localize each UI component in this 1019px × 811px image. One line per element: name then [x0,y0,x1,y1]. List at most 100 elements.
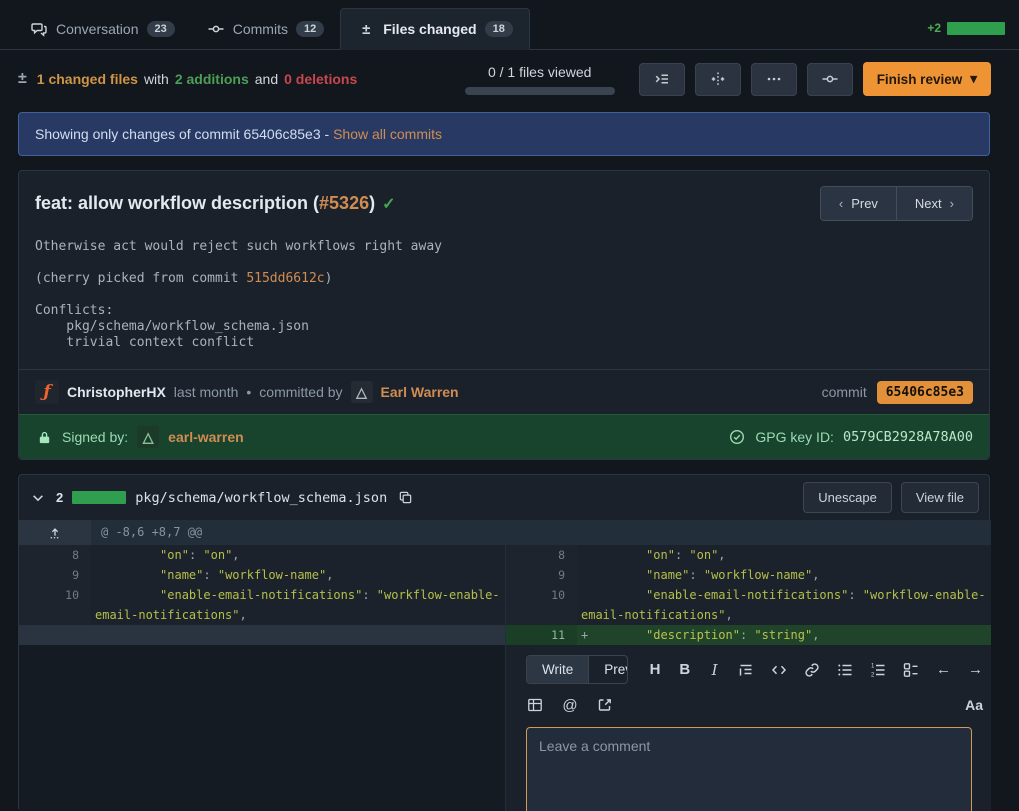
redo-button[interactable]: → [968,661,983,679]
unescape-button[interactable]: Unescape [803,482,892,513]
line-number-old-placeholder [19,625,91,645]
file-tree-toggle-button[interactable] [639,63,685,96]
diff-code-new: "on": "on", [577,545,991,565]
next-commit-button[interactable]: Next› [896,187,972,220]
line-number-new[interactable]: 10 [505,585,577,625]
diff-empty-area [19,645,505,811]
editor-toolbar-row-2: @ Aa [526,696,983,714]
line-number-new[interactable]: 8 [505,545,577,565]
signer-link[interactable]: earl-warren [168,429,243,445]
show-all-commits-link[interactable]: Show all commits [333,126,442,142]
tab-files-changed-label: Files changed [383,21,476,37]
files-viewed-label: 0 / 1 files viewed [465,64,615,80]
deletions-count: 0 deletions [284,71,357,87]
diff-view-split-button[interactable] [695,63,741,96]
link-icon [804,662,820,678]
comment-input[interactable] [526,727,972,811]
heading-button[interactable]: H [649,661,662,679]
svg-text:2: 2 [871,672,875,677]
caret-down-icon: ▾ [970,71,977,87]
commit-box: feat: allow workflow description (#5326)… [18,170,990,460]
editor-mode-tabs: Write Preview [526,655,628,684]
commit-select-button[interactable] [807,63,853,96]
pr-number-link[interactable]: #5326 [319,193,369,213]
table-icon [527,697,543,713]
tab-commits[interactable]: Commits 12 [191,9,340,49]
signer-avatar[interactable]: △ [137,426,159,448]
dot-separator: • [246,384,251,400]
diff-row: 10 "enable-email-notifications": "workfl… [19,585,989,625]
committed-by-label: committed by [259,384,342,400]
cherry-pick-commit-link[interactable]: 515dd6612c [246,271,324,286]
line-number-old[interactable]: 9 [19,565,91,585]
editor-toolbar-row-1: Write Preview H B I [526,655,983,684]
diff-code-old: "enable-email-notifications": "workflow-… [91,585,505,625]
numbered-list-icon: 12 [870,662,886,678]
diff-file-header: 2 pkg/schema/workflow_schema.json Unesca… [19,475,989,520]
verified-icon [728,428,746,446]
tab-write[interactable]: Write [527,656,588,683]
expand-up-button[interactable] [19,520,91,545]
tab-preview[interactable]: Preview [588,656,627,683]
reference-button[interactable] [596,696,614,714]
diff-options-button[interactable] [751,63,797,96]
italic-button[interactable]: I [708,661,721,679]
finish-review-button[interactable]: Finish review ▾ [863,62,991,96]
undo-button[interactable]: ← [936,661,951,679]
code-button[interactable] [771,661,787,679]
diffstat: +2 [927,21,1005,49]
diff-code-old: "name": "workflow-name", [91,565,505,585]
copy-path-icon[interactable] [396,489,414,507]
line-number-old[interactable]: 10 [19,585,91,625]
author-avatar[interactable]: ƒ [35,380,59,404]
gpg-key-id: 0579CB2928A78A00 [843,429,973,445]
banner-text: Showing only changes of commit 65406c85e… [35,126,333,142]
diff-summary-icon: ± [18,70,27,88]
files-viewed-progressbar [465,87,615,95]
inline-comment-form: Write Preview H B I [505,645,991,811]
lock-icon [35,428,53,446]
line-number-old[interactable]: 8 [19,545,91,565]
file-name: pkg/schema/workflow_schema.json [135,490,387,506]
table-button[interactable] [526,696,544,714]
line-number-new[interactable]: 11 [505,625,577,645]
link-button[interactable] [804,661,820,679]
code-icon [771,662,787,678]
task-list-button[interactable] [903,661,919,679]
hunk-header-row: @ -8,6 +8,7 @@ [19,520,989,545]
text-style-button[interactable]: Aa [965,697,983,713]
bold-button[interactable]: B [678,661,691,679]
collapse-file-chevron-icon[interactable] [29,489,47,507]
prev-commit-button[interactable]: ‹Prev [821,187,896,220]
tab-files-changed[interactable]: ± Files changed 18 [340,8,530,50]
mention-button[interactable]: @ [561,696,579,714]
committer-link[interactable]: Earl Warren [381,384,459,400]
commit-pager: ‹Prev Next› [820,186,973,221]
next-label: Next [915,196,942,211]
commit-title-close: ) [369,193,375,213]
line-number-new[interactable]: 9 [505,565,577,585]
files-viewed: 0 / 1 files viewed [465,64,615,95]
quote-button[interactable] [738,661,754,679]
diff-code-old: "on": "on", [91,545,505,565]
view-file-button[interactable]: View file [901,482,979,513]
author-link[interactable]: ChristopherHX [67,384,166,400]
diffstat-additions: +2 [927,21,941,35]
file-tree-icon [654,71,670,87]
prev-label: Prev [851,196,878,211]
conversation-icon [30,20,48,38]
diff-row: 8 "on": "on", 8 "on": "on", [19,545,989,565]
tab-conversation[interactable]: Conversation 23 [14,9,191,49]
file-change-count: 2 [56,490,63,505]
commit-time: last month [174,384,239,400]
commit-sha-badge[interactable]: 65406c85e3 [877,381,973,404]
with-word: with [144,71,169,87]
diff-actions: 0 / 1 files viewed Finish review ▾ [465,62,991,96]
committer-avatar[interactable]: △ [351,381,373,403]
tab-commits-count: 12 [296,21,324,37]
bullet-list-button[interactable] [837,661,853,679]
pr-tab-bar: Conversation 23 Commits 12 ± Files chang… [0,0,1019,50]
numbered-list-button[interactable]: 12 [870,661,886,679]
diff-file-box: 2 pkg/schema/workflow_schema.json Unesca… [18,474,990,809]
commit-filter-banner: Showing only changes of commit 65406c85e… [18,112,990,156]
